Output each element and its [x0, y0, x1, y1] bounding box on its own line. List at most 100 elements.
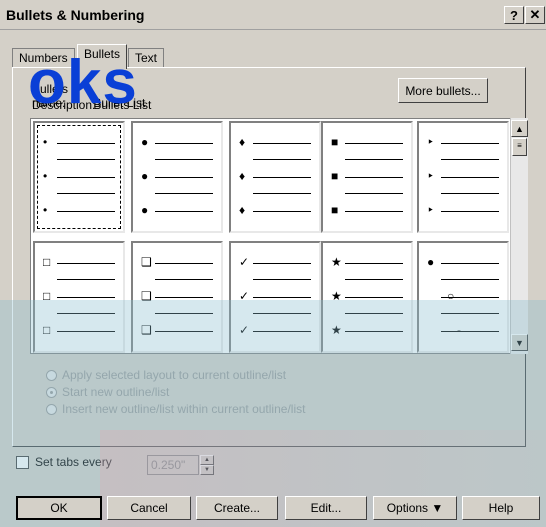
- preview-line: [345, 263, 403, 264]
- bullet-preview-row: ★: [331, 255, 403, 280]
- preview-line: [441, 143, 499, 144]
- bullet-style-cell[interactable]: ♦ ♦ ♦: [229, 121, 321, 233]
- radio-start-label: Start new outline/list: [62, 385, 170, 399]
- bullet-preview-row: ★: [331, 289, 403, 314]
- preview-line: [345, 159, 403, 160]
- tab-size-input[interactable]: 0.250": [147, 455, 199, 475]
- bullet-symbol-icon: ❑: [141, 255, 152, 269]
- bullet-symbol-icon: ■: [331, 135, 339, 149]
- bullet-style-cell[interactable]: ● ● ●: [131, 121, 223, 233]
- bullet-preview-row: ✓: [239, 255, 311, 280]
- preview-line: [57, 297, 115, 298]
- bullet-preview-row: ●: [141, 135, 213, 160]
- bullet-symbol-icon: ✓: [239, 323, 250, 337]
- bullet-symbol-icon: ✓: [239, 255, 250, 269]
- preview-line: [345, 211, 403, 212]
- radio-icon: [46, 370, 57, 381]
- preview-line: [57, 331, 115, 332]
- cancel-button[interactable]: Cancel: [107, 496, 191, 520]
- preview-line: [441, 177, 499, 178]
- ok-button[interactable]: OK: [16, 496, 102, 520]
- preview-line: [441, 313, 499, 314]
- radio-icon: [46, 404, 57, 415]
- bullet-preview-row: •: [43, 169, 115, 194]
- bullet-preview-row: ♦: [239, 135, 311, 160]
- preview-line: [155, 177, 213, 178]
- preview-line: [57, 279, 115, 280]
- spin-down-icon[interactable]: ▼: [200, 465, 214, 475]
- help-button[interactable]: ?: [504, 6, 524, 24]
- bullet-style-cell[interactable]: ‣ ‣ ‣: [417, 121, 509, 233]
- bullet-preview-row: ●: [427, 255, 499, 280]
- tab-size-spinner[interactable]: ▲ ▼: [200, 455, 214, 475]
- bullet-symbol-icon: •: [43, 135, 48, 149]
- radio-insert-label: Insert new outline/list within current o…: [62, 402, 306, 416]
- bullet-preview-row: ♦: [239, 203, 311, 217]
- bullet-preview-row: •: [43, 135, 115, 160]
- bullet-preview-row: ○: [427, 289, 499, 314]
- help-dialog-button[interactable]: Help: [462, 496, 540, 520]
- preview-line: [345, 177, 403, 178]
- window-title: Bullets & Numbering: [6, 7, 145, 23]
- preview-line: [57, 143, 115, 144]
- bullet-symbol-icon: ●: [427, 255, 435, 269]
- scroll-thumb[interactable]: ≡: [512, 138, 527, 156]
- preview-line: [253, 177, 311, 178]
- bullet-preview-row: ✓: [239, 289, 311, 314]
- bullet-style-cell[interactable]: □ □ □: [33, 241, 125, 353]
- bullet-preview-row: •: [43, 203, 115, 217]
- preview-line: [155, 193, 213, 194]
- set-tabs-checkbox[interactable]: [16, 455, 29, 469]
- bullet-preview-row: ■: [331, 135, 403, 160]
- bullet-style-cell[interactable]: ✓ ✓ ✓: [229, 241, 321, 353]
- watermark-text: oks: [28, 48, 138, 117]
- options-button[interactable]: Options ▼: [373, 496, 457, 520]
- bullet-preview-row: ❑: [141, 323, 213, 337]
- bullet-style-cell[interactable]: • • •: [33, 121, 125, 233]
- bullet-preview-row: ■: [331, 203, 403, 217]
- scroll-down-icon[interactable]: ▼: [511, 334, 528, 351]
- bullet-symbol-icon: ✓: [239, 289, 250, 303]
- bullet-style-cell[interactable]: ❑ ❑ ❑: [131, 241, 223, 353]
- bullet-style-cell[interactable]: ★ ★ ★: [321, 241, 413, 353]
- bullet-symbol-icon: ♦: [239, 203, 246, 217]
- bullet-style-cell[interactable]: ■ ■ ■: [321, 121, 413, 233]
- bullet-style-cell[interactable]: ● ○ -: [417, 241, 509, 353]
- preview-line: [57, 159, 115, 160]
- radio-start-new[interactable]: Start new outline/list: [46, 385, 305, 402]
- close-button[interactable]: ✕: [525, 6, 545, 24]
- preview-line: [253, 143, 311, 144]
- preview-line: [345, 297, 403, 298]
- bullet-preview-row: ‣: [427, 169, 499, 194]
- bullet-symbol-icon: ★: [331, 255, 342, 269]
- preview-line: [253, 297, 311, 298]
- bullet-preview-row: □: [43, 255, 115, 280]
- preview-line: [253, 313, 311, 314]
- bullet-preview-row: ♦: [239, 169, 311, 194]
- radio-apply-layout[interactable]: Apply selected layout to current outline…: [46, 368, 305, 385]
- bullet-preview-row: ❑: [141, 255, 213, 280]
- bullet-symbol-icon: ★: [331, 289, 342, 303]
- spin-up-icon[interactable]: ▲: [200, 455, 214, 465]
- preview-line: [253, 279, 311, 280]
- preview-line: [155, 159, 213, 160]
- more-bullets-button[interactable]: More bullets...: [398, 78, 488, 103]
- set-tabs-label: Set tabs every: [35, 455, 112, 469]
- bullet-preview-row: ●: [141, 169, 213, 194]
- bullet-style-grid: • • • ● ● ● ♦ ♦ ♦ ■ ■ ■ ‣ ‣ ‣ □ □ □ ❑ ❑ ❑ ✓ ✓ ✓ ★ ★ ★ ● ○ -: [30, 118, 528, 354]
- bullet-symbol-icon: □: [43, 289, 51, 303]
- bullet-preview-row: ‣: [427, 135, 499, 160]
- grid-scrollbar[interactable]: ▲ ≡ ▼: [510, 118, 528, 354]
- bullet-preview-row: ❑: [141, 289, 213, 314]
- preview-line: [441, 279, 499, 280]
- radio-insert-new[interactable]: Insert new outline/list within current o…: [46, 402, 305, 419]
- bullet-preview-row: ■: [331, 169, 403, 194]
- bullet-symbol-icon: ♦: [239, 135, 246, 149]
- create-button[interactable]: Create...: [196, 496, 278, 520]
- edit-button[interactable]: Edit...: [285, 496, 367, 520]
- preview-line: [155, 143, 213, 144]
- scroll-up-icon[interactable]: ▲: [511, 120, 528, 137]
- preview-line: [253, 193, 311, 194]
- layout-options: Apply selected layout to current outline…: [46, 368, 305, 419]
- preview-line: [253, 263, 311, 264]
